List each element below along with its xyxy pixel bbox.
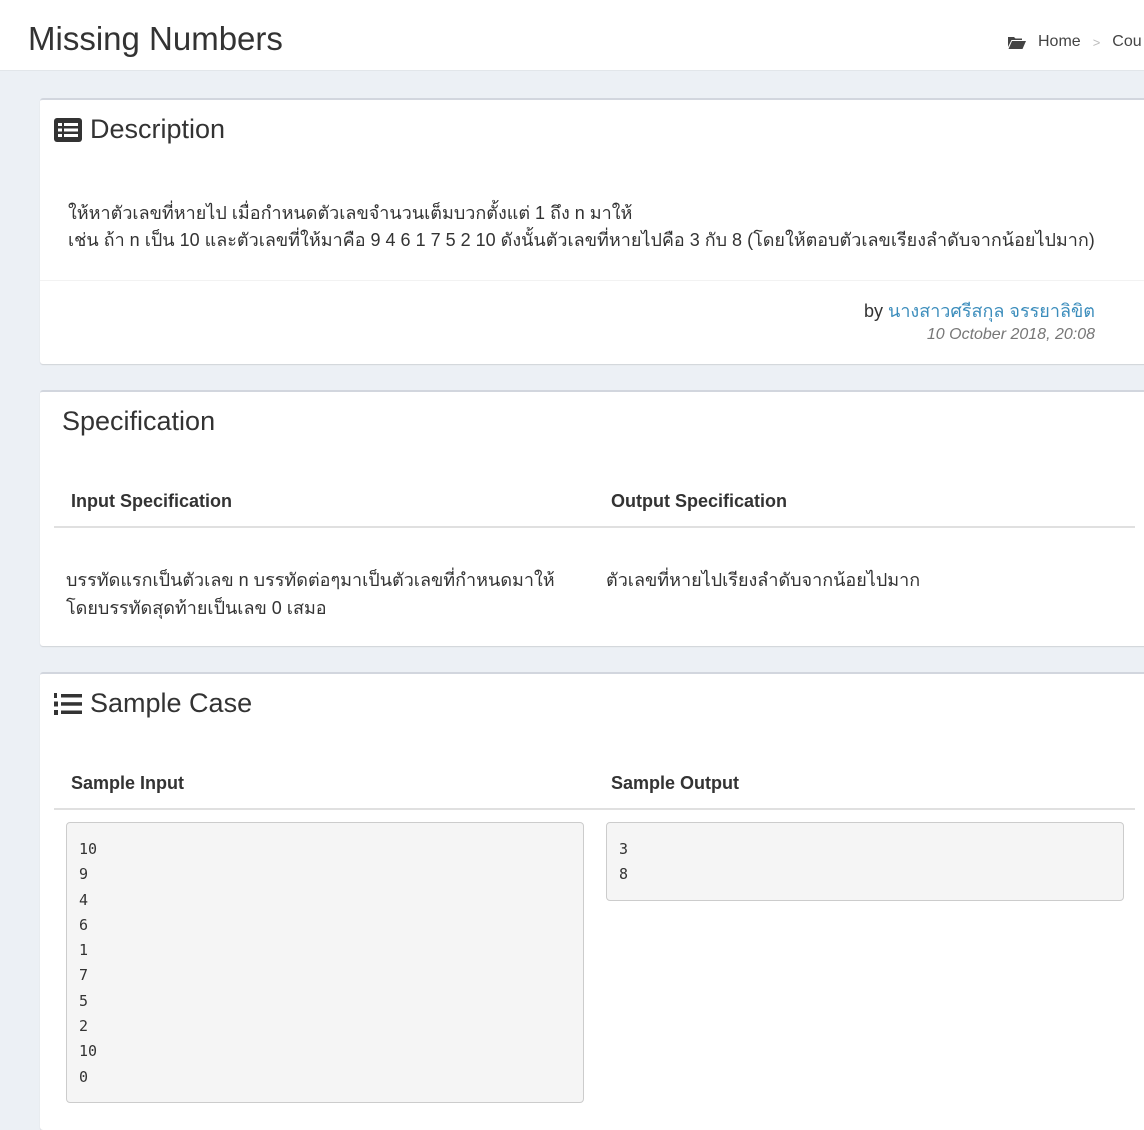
posted-date: 10 October 2018, 20:08 [926,326,1095,343]
description-header: Description [54,114,225,145]
description-box: Description ให้หาตัวเลขที่หายไป เมื่อกำห… [40,98,1144,364]
output-spec-text: ตัวเลขที่หายไปเรียงลำดับจากน้อยไปมาก [606,570,921,590]
sample-output-line: 3 [619,840,629,858]
sample-input-block[interactable]: 10 9 4 6 1 7 5 2 10 0 [66,822,584,1103]
breadcrumb-home[interactable]: Home [1038,33,1081,51]
author-link[interactable]: นางสาวศรีสกุล จรรยาลิขิต [888,301,1095,321]
page-title: Missing Numbers [28,20,283,57]
list-alt-icon [54,117,82,142]
list-ol-icon [54,692,82,715]
description-line: ให้หาตัวเลขที่หายไป เมื่อกำหนดตัวเลขจำนว… [68,203,633,223]
sample-input-line: 6 [79,915,89,934]
output-spec-heading: Output Specification [611,491,788,511]
divider [54,526,1135,528]
sample-input-line: 9 [79,865,89,884]
by-label: by [863,301,883,321]
input-spec-text: บรรทัดแรกเป็นตัวเลข n บรรทัดต่อๆมาเป็นตั… [66,566,555,622]
sample-case-header: Sample Case [54,688,252,719]
sample-output-line: 8 [619,865,629,884]
page-header: Missing Numbers Home > Cou [0,0,1144,71]
specification-box: Specification Input Specification Output… [40,390,1144,646]
sample-case-title: Sample Case [90,688,253,718]
sample-input-line: 0 [79,1067,89,1086]
sample-input-line: 4 [79,890,89,909]
description-body: ให้หาตัวเลขที่หายไป เมื่อกำหนดตัวเลขจำนว… [68,200,1095,254]
author-line: by นางสาวศรีสกุล จรรยาลิขิต [864,296,1095,325]
sample-input-line: 10 [79,1042,98,1061]
sample-input-line: 1 [79,941,89,960]
description-line: เช่น ถ้า n เป็น 10 และตัวเลขที่ให้มาคือ … [68,230,1095,250]
sample-input-heading: Sample Input [71,773,185,793]
folder-open-icon [1008,36,1026,49]
divider [40,280,1144,281]
input-spec-line: บรรทัดแรกเป็นตัวเลข n บรรทัดต่อๆมาเป็นตั… [66,570,555,590]
input-spec-heading: Input Specification [71,491,233,511]
sample-input-line: 7 [79,966,89,985]
breadcrumb-separator: > [1092,34,1101,50]
input-spec-line: โดยบรรทัดสุดท้ายเป็นเลข 0 เสมอ [66,598,327,618]
sample-output-heading: Sample Output [611,773,740,793]
breadcrumb-course[interactable]: Cou [1112,33,1141,51]
sample-case-box: Sample Case Sample Input Sample Output 1… [40,672,1144,1130]
description-title: Description [90,114,226,144]
divider [54,808,1135,810]
sample-input-line: 2 [79,1017,89,1036]
breadcrumb: Home > Cou [1008,33,1142,51]
specification-title: Specification [62,406,216,436]
sample-input-line: 10 [79,840,98,858]
specification-header: Specification [62,406,215,437]
sample-input-line: 5 [79,991,89,1010]
sample-output-block[interactable]: 38 [606,822,1124,901]
